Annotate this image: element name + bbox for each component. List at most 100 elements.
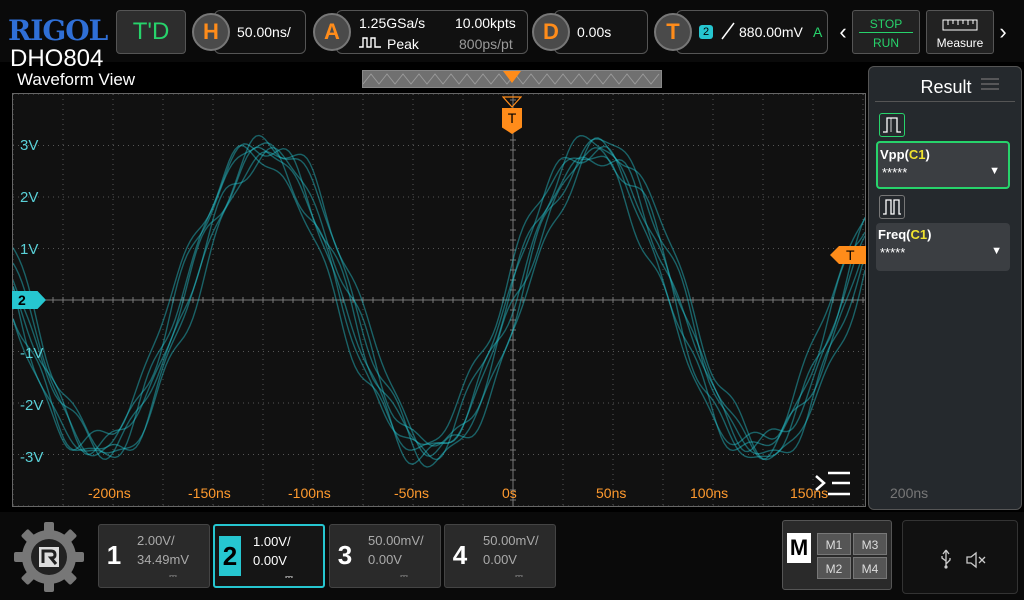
waveform-view-title: Waveform View <box>17 70 136 89</box>
freq-label-wrap: Freq(C1) <box>878 227 932 242</box>
trigger-key-icon[interactable]: T <box>654 13 692 51</box>
delay-value: 0.00s <box>577 24 612 40</box>
channel-2-number: 2 <box>219 536 241 576</box>
x-label: -50ns <box>394 485 430 501</box>
horizontal-key-icon[interactable]: H <box>192 13 230 51</box>
channel-4-number: 4 <box>452 539 468 570</box>
channel-2-trace <box>12 146 866 461</box>
freq-source: C1 <box>910 227 928 242</box>
trigger-level: 880.00mV <box>739 24 803 40</box>
speaker-muted-icon[interactable] <box>965 551 987 574</box>
time-resolution: 800ps/pt <box>459 36 513 52</box>
stop-run-divider <box>859 32 913 33</box>
channel-1-box[interactable]: 1 2.00V/ 34.49mV ⎓ <box>98 524 210 588</box>
result-divider <box>875 101 1015 102</box>
acquire-mode: Peak <box>387 36 419 52</box>
channel-3-box[interactable]: 3 50.00mV/ 0.00V ⎓ <box>329 524 441 588</box>
y-label: -3V <box>20 449 44 466</box>
freq-measure-icon[interactable] <box>879 195 905 219</box>
math-key: M <box>787 533 811 563</box>
dc-coupling-icon: ⎓ <box>400 571 408 582</box>
dc-coupling-icon: ⎓ <box>285 572 293 583</box>
x-label: 200ns <box>890 485 929 501</box>
overview-trigger-marker-icon <box>503 71 521 87</box>
delay-key-icon[interactable]: D <box>532 13 570 51</box>
sample-rate: 1.25GSa/s <box>359 15 426 31</box>
dc-coupling-icon: ⎓ <box>515 571 523 582</box>
freq-value: ***** <box>880 245 906 260</box>
timebase-value: 50.00ns/ <box>237 24 291 40</box>
channel-1-number: 1 <box>106 539 122 570</box>
measure-button[interactable]: Measure <box>926 10 994 54</box>
vpp-name: Vpp <box>880 147 905 162</box>
channel-2-trace <box>12 137 866 461</box>
waveform-grid[interactable] <box>12 93 866 507</box>
td-button[interactable]: T'D <box>116 10 186 54</box>
brand-logo: RIGOL <box>8 14 108 47</box>
vpp-measure-icon[interactable] <box>879 113 905 137</box>
channel-1-offset: 34.49mV <box>137 552 190 567</box>
stop-run-button[interactable]: STOP RUN <box>852 10 920 54</box>
freq-result-box[interactable]: Freq(C1) ***** ▼ <box>876 223 1010 271</box>
channel-4-scale: 50.00mV/ <box>483 533 539 548</box>
result-menu-icon[interactable] <box>981 77 999 91</box>
x-label: 50ns <box>596 485 627 501</box>
channel-2-trace <box>12 134 866 468</box>
acquire-key-icon[interactable]: A <box>313 13 351 51</box>
freq-name: Freq <box>878 227 907 242</box>
run-label: RUN <box>873 36 899 50</box>
home-gear-icon[interactable] <box>10 518 88 596</box>
acquire-mode-icon <box>359 35 381 52</box>
math-m1[interactable]: M1 <box>817 533 851 555</box>
freq-dropdown-icon[interactable]: ▼ <box>991 245 1002 257</box>
channel-3-scale: 50.00mV/ <box>368 533 424 548</box>
waveform-menu-icon[interactable] <box>814 470 854 498</box>
channel-2-trace <box>12 144 866 452</box>
vpp-value: ***** <box>882 165 908 180</box>
model-label: DHO804 <box>10 45 104 72</box>
toolbar-left-arrow-icon[interactable]: ‹ <box>836 10 850 54</box>
x-label: -150ns <box>188 485 231 501</box>
x-label: -200ns <box>88 485 131 501</box>
vpp-dropdown-icon[interactable]: ▼ <box>989 165 1000 177</box>
result-panel: Result Vpp(C1) ***** ▼ Freq(C1) ***** ▼ <box>868 66 1022 510</box>
status-area <box>902 520 1018 594</box>
trigger-pos-arrow-icon <box>501 95 523 108</box>
channel-2-box[interactable]: 2 1.00V/ 0.00V ⎓ <box>213 524 325 588</box>
y-label: 1V <box>20 241 39 258</box>
stop-label: STOP <box>869 17 903 31</box>
trigger-source-badge: 2 <box>699 25 714 39</box>
trigger-pill[interactable]: 2 880.00mV A <box>676 10 828 54</box>
x-label: 0s <box>502 485 517 501</box>
memory-depth: 10.00kpts <box>455 15 516 31</box>
channel-3-offset: 0.00V <box>368 552 402 567</box>
channel-4-box[interactable]: 4 50.00mV/ 0.00V ⎓ <box>444 524 556 588</box>
y-label: 2V <box>20 189 39 206</box>
x-label: -100ns <box>288 485 331 501</box>
vpp-result-box[interactable]: Vpp(C1) ***** ▼ <box>876 141 1010 189</box>
vpp-source: C1 <box>908 147 926 162</box>
top-toolbar: RIGOL T'D H 50.00ns/ A 1.25GSa/s Peak 10… <box>0 0 1024 62</box>
channel-2-offset: 0.00V <box>253 553 287 568</box>
usb-icon[interactable] <box>939 549 953 574</box>
toolbar-right-arrow-icon[interactable]: › <box>996 10 1010 54</box>
acquire-pill[interactable]: 1.25GSa/s Peak 10.00kpts 800ps/pt <box>336 10 528 54</box>
bottom-toolbar: 1 2.00V/ 34.49mV ⎓ 2 1.00V/ 0.00V ⎓ 3 50… <box>0 512 1024 600</box>
y-label: -2V <box>20 397 44 414</box>
dc-coupling-icon: ⎓ <box>169 571 177 582</box>
measure-label: Measure <box>936 36 984 50</box>
channel-2-scale: 1.00V/ <box>253 534 291 549</box>
math-m4[interactable]: M4 <box>853 557 887 579</box>
y-label: 3V <box>20 137 39 154</box>
ruler-icon <box>942 19 978 31</box>
channel-2-trace <box>12 142 866 461</box>
math-m3[interactable]: M3 <box>853 533 887 555</box>
trigger-sweep: A <box>813 24 823 40</box>
channel-2-trace <box>12 146 866 456</box>
x-label: 100ns <box>690 485 729 501</box>
channel-3-number: 3 <box>337 539 353 570</box>
math-m2[interactable]: M2 <box>817 557 851 579</box>
y-label: -1V <box>20 345 44 362</box>
rising-edge-icon <box>721 22 735 43</box>
math-box[interactable]: M M1 M3 M2 M4 <box>782 520 892 590</box>
